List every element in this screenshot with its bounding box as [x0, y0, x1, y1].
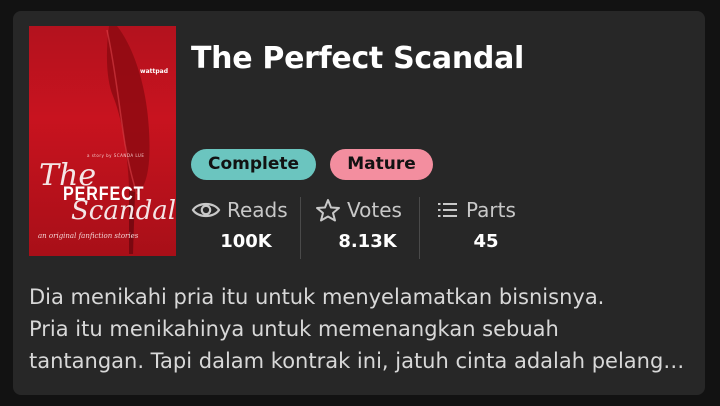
- description-line: Dia menikahi pria itu untuk menyelamatka…: [29, 285, 605, 309]
- reads-label: Reads: [227, 198, 288, 222]
- votes-value: 8.13K: [338, 231, 397, 252]
- stat-divider: [419, 197, 420, 259]
- publisher-badge: wattpad: [140, 68, 168, 75]
- story-title[interactable]: The Perfect Scandal: [191, 41, 524, 76]
- description-line: tantangan. Tapi dalam kontrak ini, jatuh…: [29, 349, 693, 373]
- star-icon: [315, 198, 341, 222]
- cover-tagline: an original fanfiction stories: [38, 232, 139, 240]
- stat-divider: [300, 197, 301, 259]
- story-card[interactable]: wattpad a story by SCANDA LUE The PERFEC…: [13, 11, 705, 395]
- parts-stat: Parts 45: [436, 195, 536, 259]
- mature-tag: Mature: [330, 149, 433, 180]
- votes-stat: Votes 8.13K: [315, 195, 420, 259]
- complete-tag: Complete: [191, 149, 316, 180]
- list-icon: [436, 200, 460, 220]
- parts-value: 45: [473, 231, 499, 252]
- reads-value: 100K: [220, 231, 272, 252]
- cover-title-3: Scandal: [71, 196, 176, 226]
- eye-icon: [191, 199, 221, 221]
- parts-label: Parts: [466, 198, 516, 222]
- story-description: Dia menikahi pria itu untuk menyelamatka…: [29, 281, 693, 377]
- description-line: Pria itu menikahinya untuk memenangkan s…: [29, 317, 559, 341]
- reads-stat: Reads 100K: [191, 195, 301, 259]
- book-cover[interactable]: wattpad a story by SCANDA LUE The PERFEC…: [29, 26, 176, 256]
- votes-label: Votes: [347, 198, 402, 222]
